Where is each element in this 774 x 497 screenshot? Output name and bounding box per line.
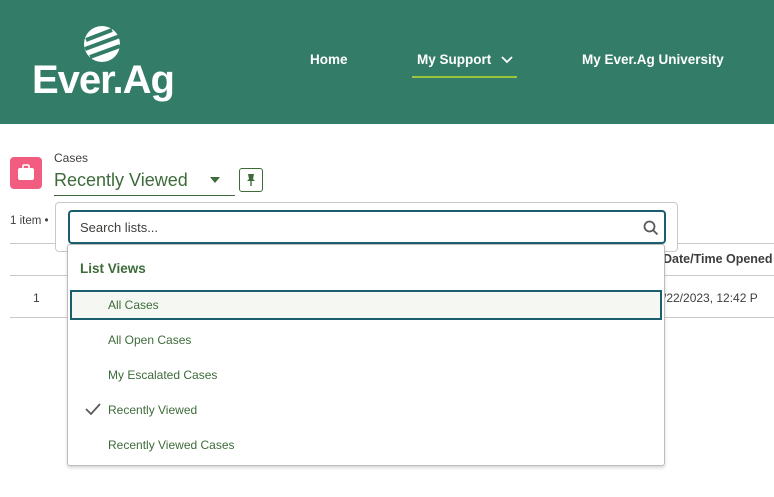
list-view-option-all-cases[interactable]: All Cases xyxy=(70,290,662,320)
pin-list-view-button[interactable] xyxy=(239,168,263,192)
list-view-option-all-open-cases[interactable]: All Open Cases xyxy=(70,325,662,355)
search-lists-input[interactable] xyxy=(68,210,666,244)
pin-icon xyxy=(247,174,255,186)
list-view-option-label: Recently Viewed xyxy=(108,403,198,417)
list-view-option-label: All Cases xyxy=(108,298,159,312)
list-views-dropdown: List Views All Cases All Open Cases My E… xyxy=(67,244,665,466)
nav-my-ever-ag-university[interactable]: My Ever.Ag University xyxy=(582,52,724,67)
site-header: Ever.Ag Home My Support My Ever.Ag Unive… xyxy=(0,0,774,124)
row-number: 1 xyxy=(33,291,40,305)
chevron-down-icon xyxy=(501,56,513,64)
checkmark-icon xyxy=(85,403,101,416)
item-count: 1 item • xyxy=(10,215,49,227)
list-view-option-label: Recently Viewed Cases xyxy=(108,438,235,452)
list-view-option-recently-viewed[interactable]: Recently Viewed xyxy=(70,395,662,425)
list-view-option-my-escalated-cases[interactable]: My Escalated Cases xyxy=(70,360,662,390)
row-date-opened: /22/2023, 12:42 P xyxy=(663,291,758,305)
ever-ag-logo[interactable]: Ever.Ag xyxy=(30,20,180,104)
cases-object-icon xyxy=(10,157,42,189)
list-view-selected: Recently Viewed xyxy=(54,170,188,190)
caret-down-icon xyxy=(210,177,220,183)
logo-text: Ever.Ag xyxy=(32,58,175,102)
nav-active-underline xyxy=(412,76,517,78)
list-view-option-recently-viewed-cases[interactable]: Recently Viewed Cases xyxy=(70,430,662,460)
column-header-date-opened[interactable]: Date/Time Opened xyxy=(663,252,773,266)
list-views-heading: List Views xyxy=(80,261,146,276)
list-view-option-label: All Open Cases xyxy=(108,333,192,347)
nav-my-support-label: My Support xyxy=(417,52,492,67)
list-view-option-label: My Escalated Cases xyxy=(108,368,218,382)
search-icon xyxy=(643,220,659,236)
briefcase-icon xyxy=(18,164,34,180)
nav-home[interactable]: Home xyxy=(310,52,348,67)
object-label: Cases xyxy=(54,151,89,165)
list-view-selector[interactable]: Recently Viewed xyxy=(54,168,235,196)
nav-my-support[interactable]: My Support xyxy=(417,52,513,67)
